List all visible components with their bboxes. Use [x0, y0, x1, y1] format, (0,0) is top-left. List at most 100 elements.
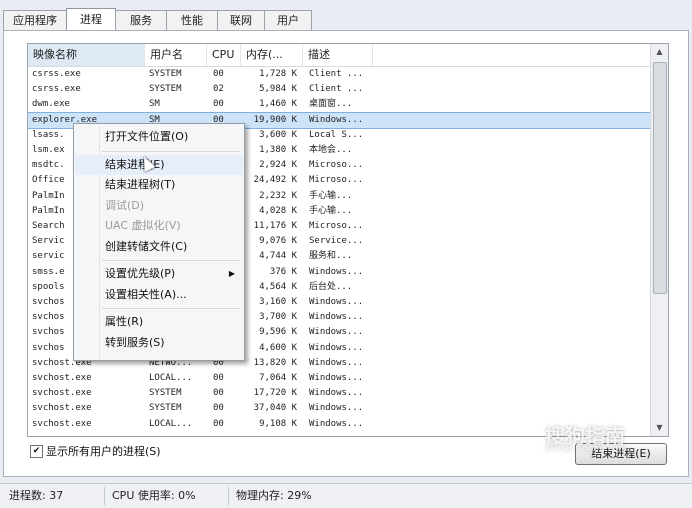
list-header: 映像名称 用户名 CPU 内存(... 描述: [28, 44, 650, 67]
row-user-name: LOCAL...: [149, 373, 193, 383]
status-process-count: 进程数: 37: [9, 489, 64, 502]
tab-applications[interactable]: 应用程序: [3, 10, 67, 30]
status-bar: 进程数: 37 CPU 使用率: 0% 物理内存: 29%: [0, 483, 692, 508]
row-cpu: 00: [213, 418, 224, 429]
menu-item-set-priority[interactable]: 设置优先级(P) ▶: [75, 264, 243, 284]
row-memory: 1,728 K: [259, 69, 297, 79]
vertical-scrollbar[interactable]: ▲ ▼: [650, 44, 668, 436]
table-row[interactable]: csrss.exe SYSTEM 00 1,728 K Client ...: [28, 67, 650, 82]
menu-item-create-dump-file[interactable]: 创建转储文件(C): [75, 237, 243, 257]
menu-item-open-file-location[interactable]: 打开文件位置(O): [75, 127, 243, 147]
menu-item-uac-virtualization: UAC 虚拟化(V): [75, 216, 243, 236]
row-image-name: svchost.exe: [32, 388, 92, 399]
row-memory: 5,984 K: [259, 84, 297, 95]
row-user-name: SM: [149, 99, 160, 110]
menu-separator: [102, 150, 240, 152]
row-memory: 1,460 K: [259, 99, 297, 110]
row-description: Microso...: [309, 160, 364, 171]
menu-separator: [102, 308, 240, 309]
row-memory: 3,700 K: [259, 312, 297, 323]
row-description: Windows...: [309, 327, 364, 338]
row-image-name: dwm.exe: [32, 99, 70, 110]
menu-item-debug: 调试(D): [75, 196, 243, 216]
row-memory: 3,600 K: [259, 129, 297, 140]
table-row[interactable]: svchost.exe LOCAL... 00 7,064 K Windows...: [28, 371, 650, 386]
row-cpu: 00: [213, 373, 224, 383]
menu-item-go-to-services[interactable]: 转到服务(S): [75, 333, 243, 353]
row-image-name: csrss.exe: [32, 69, 81, 79]
menu-item-end-process[interactable]: 结束进程(E): [75, 154, 243, 175]
row-memory: 376 K: [269, 266, 297, 277]
row-cpu: 00: [213, 388, 224, 399]
menu-item-label: 结束进程(E): [105, 157, 165, 171]
table-row[interactable]: svchost.exe SYSTEM 00 37,040 K Windows...: [28, 401, 650, 416]
row-user-name: LOCAL...: [149, 418, 193, 429]
row-description: Client ...: [309, 84, 364, 95]
tab-performance[interactable]: 性能: [166, 10, 218, 30]
row-user-name: SYSTEM: [149, 69, 182, 79]
row-description: Windows...: [309, 388, 364, 399]
row-memory: 17,720 K: [253, 388, 297, 399]
row-description: Windows...: [309, 312, 364, 323]
row-description: Windows...: [309, 403, 364, 414]
column-user-name[interactable]: 用户名: [145, 44, 207, 66]
show-all-label: 显示所有用户的进程(S): [46, 445, 161, 458]
row-user-name: SYSTEM: [149, 388, 182, 399]
table-row[interactable]: svchost.exe SYSTEM 00 17,720 K Windows...: [28, 386, 650, 401]
submenu-arrow-icon: ▶: [228, 269, 235, 278]
show-all-checkbox[interactable]: ✔: [30, 445, 43, 458]
row-description: Windows...: [309, 114, 364, 125]
row-description: Microso...: [309, 175, 364, 186]
menu-item-end-process-tree[interactable]: 结束进程树(T): [75, 175, 243, 195]
row-memory: 37,040 K: [253, 403, 297, 414]
row-memory: 2,232 K: [259, 190, 297, 201]
watermark: 搜狗指南 zhinan.sogou.com: [545, 420, 685, 475]
menu-item-label: 调试(D): [105, 198, 145, 212]
column-cpu[interactable]: CPU: [207, 44, 241, 66]
row-description: 本地会...: [309, 145, 353, 155]
row-memory: 13,820 K: [253, 357, 297, 368]
row-image-name: svchost.exe: [32, 403, 92, 414]
menu-item-set-affinity[interactable]: 设置相关性(A)...: [75, 285, 243, 305]
tab-processes[interactable]: 进程: [66, 8, 116, 31]
menu-item-label: 设置相关性(A)...: [105, 287, 187, 301]
row-description: Windows...: [309, 342, 364, 353]
table-row[interactable]: csrss.exe SYSTEM 02 5,984 K Client ...: [28, 82, 650, 97]
menu-item-label: 打开文件位置(O): [105, 130, 189, 143]
column-description[interactable]: 描述: [303, 44, 373, 66]
row-memory: 9,108 K: [259, 418, 297, 429]
column-memory[interactable]: 内存(...: [241, 44, 303, 66]
scroll-thumb[interactable]: [653, 62, 667, 294]
row-cpu: 00: [213, 69, 224, 79]
tab-networking[interactable]: 联网: [217, 10, 265, 30]
tab-users[interactable]: 用户: [264, 10, 312, 30]
row-memory: 11,176 K: [253, 221, 297, 231]
row-memory: 4,028 K: [259, 205, 297, 216]
menu-item-label: UAC 虚拟化(V): [105, 219, 181, 232]
menu-item-label: 创建转储文件(C): [105, 239, 188, 253]
row-description: Windows...: [309, 357, 364, 368]
status-separator: [104, 487, 105, 505]
row-description: Windows...: [309, 266, 364, 277]
row-memory: 19,900 K: [253, 114, 297, 125]
menu-item-label: 转到服务(S): [105, 335, 165, 349]
column-image-name[interactable]: 映像名称: [28, 44, 145, 66]
row-description: Client ...: [309, 69, 364, 79]
row-image-name: svchost.exe: [32, 373, 92, 383]
status-cpu-usage: CPU 使用率: 0%: [112, 489, 196, 502]
row-memory: 1,380 K: [259, 145, 297, 155]
row-description: Local S...: [309, 129, 364, 140]
menu-item-label: 结束进程树(T): [105, 178, 176, 191]
menu-separator: [102, 260, 240, 261]
table-row[interactable]: dwm.exe SM 00 1,460 K 桌面窗...: [28, 97, 650, 112]
row-description: Windows...: [309, 297, 364, 307]
tab-services[interactable]: 服务: [115, 10, 167, 30]
row-description: 手心输...: [309, 205, 353, 216]
row-user-name: SYSTEM: [149, 403, 182, 414]
row-memory: 9,596 K: [259, 327, 297, 338]
menu-item-properties[interactable]: 属性(R): [75, 312, 243, 332]
scroll-up-arrow-icon[interactable]: ▲: [651, 44, 668, 60]
row-description: 服务和...: [309, 251, 353, 262]
context-menu: 打开文件位置(O) 结束进程(E) 结束进程树(T) 调试(D) UAC 虚拟化(V) 创…: [73, 123, 245, 361]
status-separator: [228, 487, 229, 505]
